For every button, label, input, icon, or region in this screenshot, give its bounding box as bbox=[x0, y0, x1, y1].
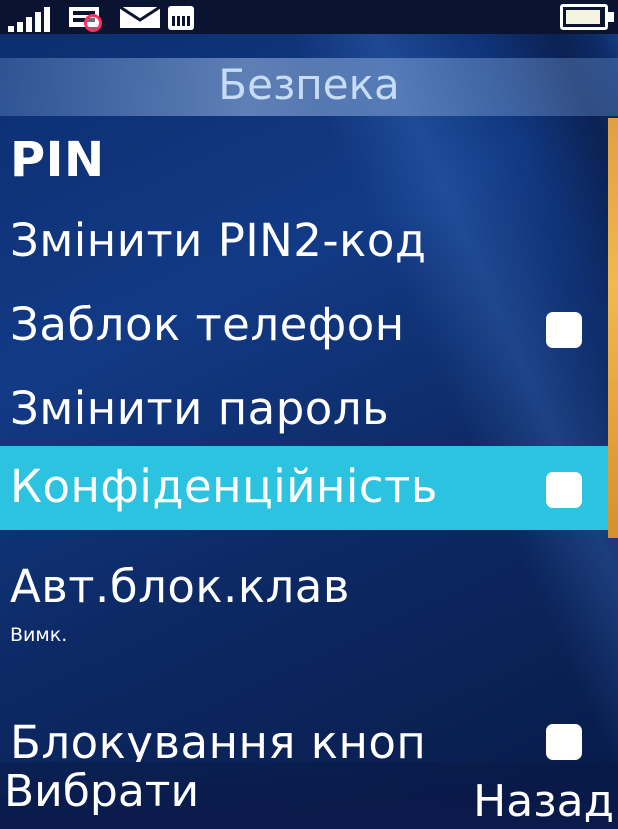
battery-icon bbox=[560, 4, 614, 30]
menu-item-auto-keylock[interactable]: Авт.блок.клав Вимк. bbox=[0, 548, 608, 668]
signal-icon bbox=[8, 6, 64, 32]
menu-item-label: Блокування кноп bbox=[10, 716, 427, 762]
menu-item-change-password[interactable]: Змінити пароль bbox=[0, 370, 608, 450]
envelope-icon bbox=[118, 4, 162, 30]
menu-item-label: Авт.блок.клав bbox=[10, 560, 350, 613]
page-title: Безпека bbox=[218, 60, 400, 109]
menu-item-label: Змінити PIN2-код bbox=[10, 214, 427, 267]
menu-item-label: Конфіденційність bbox=[10, 460, 438, 513]
mute-icon bbox=[84, 14, 102, 32]
sim-card-icon bbox=[168, 6, 194, 30]
select-softkey[interactable]: Вибрати bbox=[4, 766, 199, 817]
menu-item-label: Змінити пароль bbox=[10, 382, 390, 435]
softkey-bar: Вибрати Назад bbox=[0, 762, 618, 829]
phone-screen: Безпека PIN Змінити PIN2-код Заблок теле… bbox=[0, 0, 618, 829]
menu-item-pin[interactable]: PIN bbox=[0, 118, 608, 198]
menu-item-privacy[interactable]: Конфіденційність bbox=[0, 446, 608, 530]
wallpaper-edge bbox=[608, 118, 618, 538]
menu-item-button-lock[interactable]: Блокування кноп bbox=[0, 706, 608, 762]
menu-item-phone-lock[interactable]: Заблок телефон bbox=[0, 286, 608, 366]
status-bar bbox=[0, 0, 618, 34]
button-lock-checkbox[interactable] bbox=[546, 724, 582, 760]
menu-item-label: PIN bbox=[10, 132, 105, 188]
menu-item-sublabel: Вимк. bbox=[10, 624, 68, 646]
menu-item-label: Заблок телефон bbox=[10, 298, 405, 351]
title-bar: Безпека bbox=[0, 58, 618, 116]
menu-item-change-pin2[interactable]: Змінити PIN2-код bbox=[0, 202, 608, 282]
phone-lock-checkbox[interactable] bbox=[546, 312, 582, 348]
privacy-checkbox[interactable] bbox=[546, 472, 582, 508]
back-softkey[interactable]: Назад bbox=[473, 776, 614, 827]
